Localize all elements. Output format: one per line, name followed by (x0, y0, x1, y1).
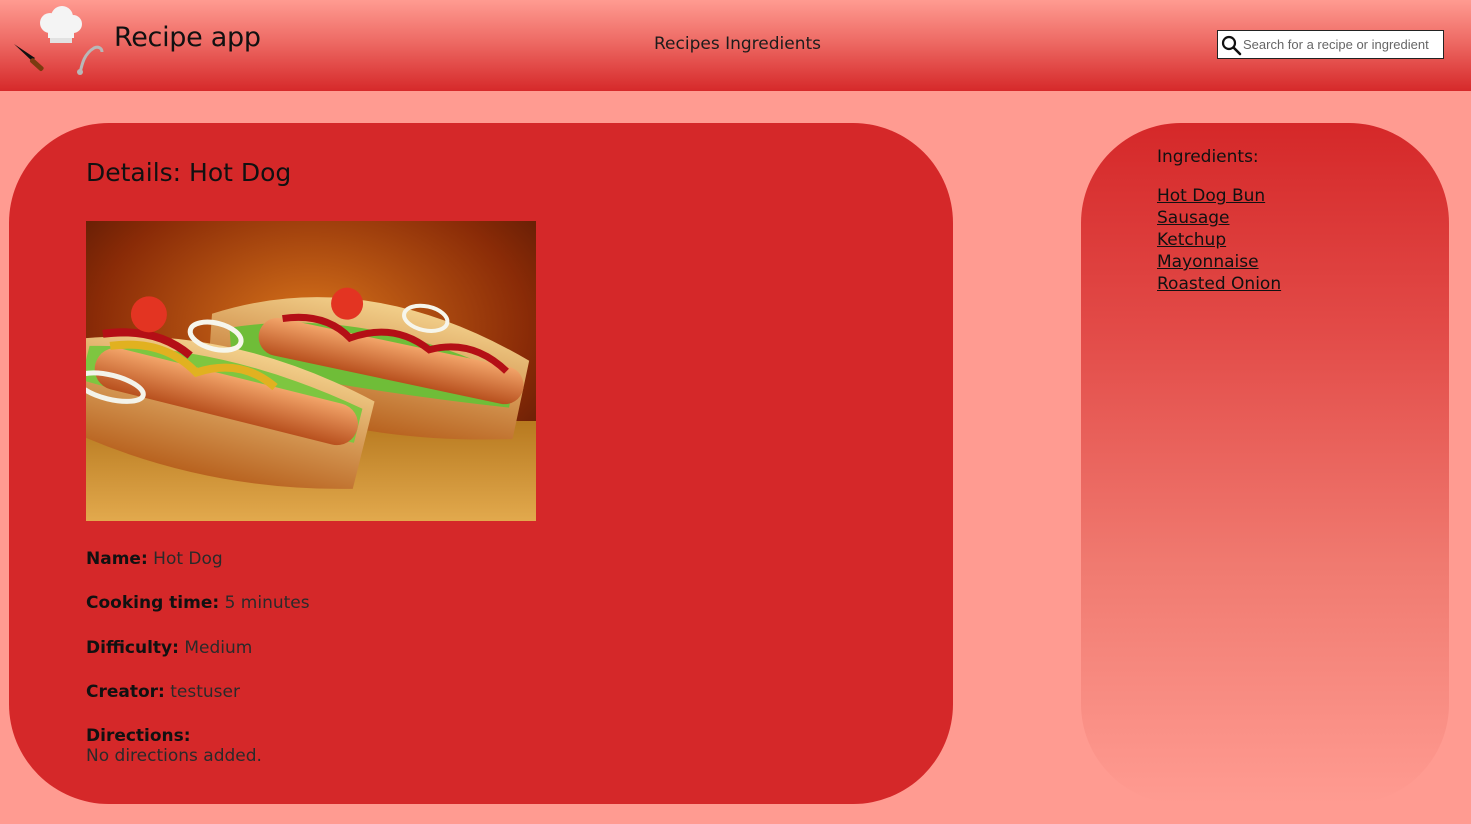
knife-icon (14, 44, 44, 72)
cooking-time-value: 5 minutes (224, 593, 310, 613)
ingredients-panel: Ingredients: Hot Dog Bun Sausage Ketchup… (1081, 123, 1449, 804)
chef-logo-icon (14, 6, 104, 75)
app-logo[interactable] (10, 6, 110, 80)
ingredient-link-roasted-onion[interactable]: Roasted Onion (1157, 274, 1281, 294)
list-item: Sausage (1157, 207, 1281, 229)
directions-value: No directions added. (86, 746, 262, 766)
ingredient-link-mayonnaise[interactable]: Mayonnaise (1157, 252, 1259, 272)
hot-dog-illustration (86, 221, 536, 521)
list-item: Roasted Onion (1157, 273, 1281, 295)
nav-ingredients-link[interactable]: Ingredients (725, 34, 821, 54)
difficulty-label: Difficulty: (86, 638, 179, 658)
app-title[interactable]: Recipe app (114, 22, 261, 53)
search-box[interactable] (1217, 30, 1444, 59)
list-item: Ketchup (1157, 229, 1281, 251)
recipe-details-panel: Details: Hot Dog Name: Hot Dog Cooking t… (9, 123, 953, 804)
search-icon[interactable] (1220, 34, 1242, 56)
top-bar: Recipe app Recipes Ingredients (0, 0, 1471, 91)
ingredient-link-ketchup[interactable]: Ketchup (1157, 230, 1226, 250)
directions-block: Directions: No directions added. (86, 726, 262, 766)
name-row: Name: Hot Dog (86, 549, 223, 569)
name-value: Hot Dog (153, 549, 223, 569)
name-label: Name: (86, 549, 148, 569)
recipe-image (86, 221, 536, 521)
creator-value: testuser (170, 682, 240, 702)
ingredients-list: Hot Dog Bun Sausage Ketchup Mayonnaise R… (1157, 185, 1281, 295)
ingredients-title: Ingredients: (1157, 147, 1259, 167)
chef-hat-icon (40, 6, 82, 43)
difficulty-row: Difficulty: Medium (86, 638, 252, 658)
cooking-time-label: Cooking time: (86, 593, 220, 613)
main-nav: Recipes Ingredients (654, 34, 821, 54)
creator-label: Creator: (86, 682, 165, 702)
directions-label: Directions: (86, 726, 191, 746)
ladle-icon (77, 45, 104, 75)
ingredient-link-hot-dog-bun[interactable]: Hot Dog Bun (1157, 186, 1265, 206)
ingredient-link-sausage[interactable]: Sausage (1157, 208, 1230, 228)
page-title: Details: Hot Dog (86, 158, 292, 187)
nav-recipes-link[interactable]: Recipes (654, 34, 720, 54)
cooking-time-row: Cooking time: 5 minutes (86, 593, 310, 613)
list-item: Hot Dog Bun (1157, 185, 1281, 207)
difficulty-value: Medium (184, 638, 253, 658)
search-input[interactable] (1242, 32, 1442, 57)
creator-row: Creator: testuser (86, 682, 240, 702)
list-item: Mayonnaise (1157, 251, 1281, 273)
